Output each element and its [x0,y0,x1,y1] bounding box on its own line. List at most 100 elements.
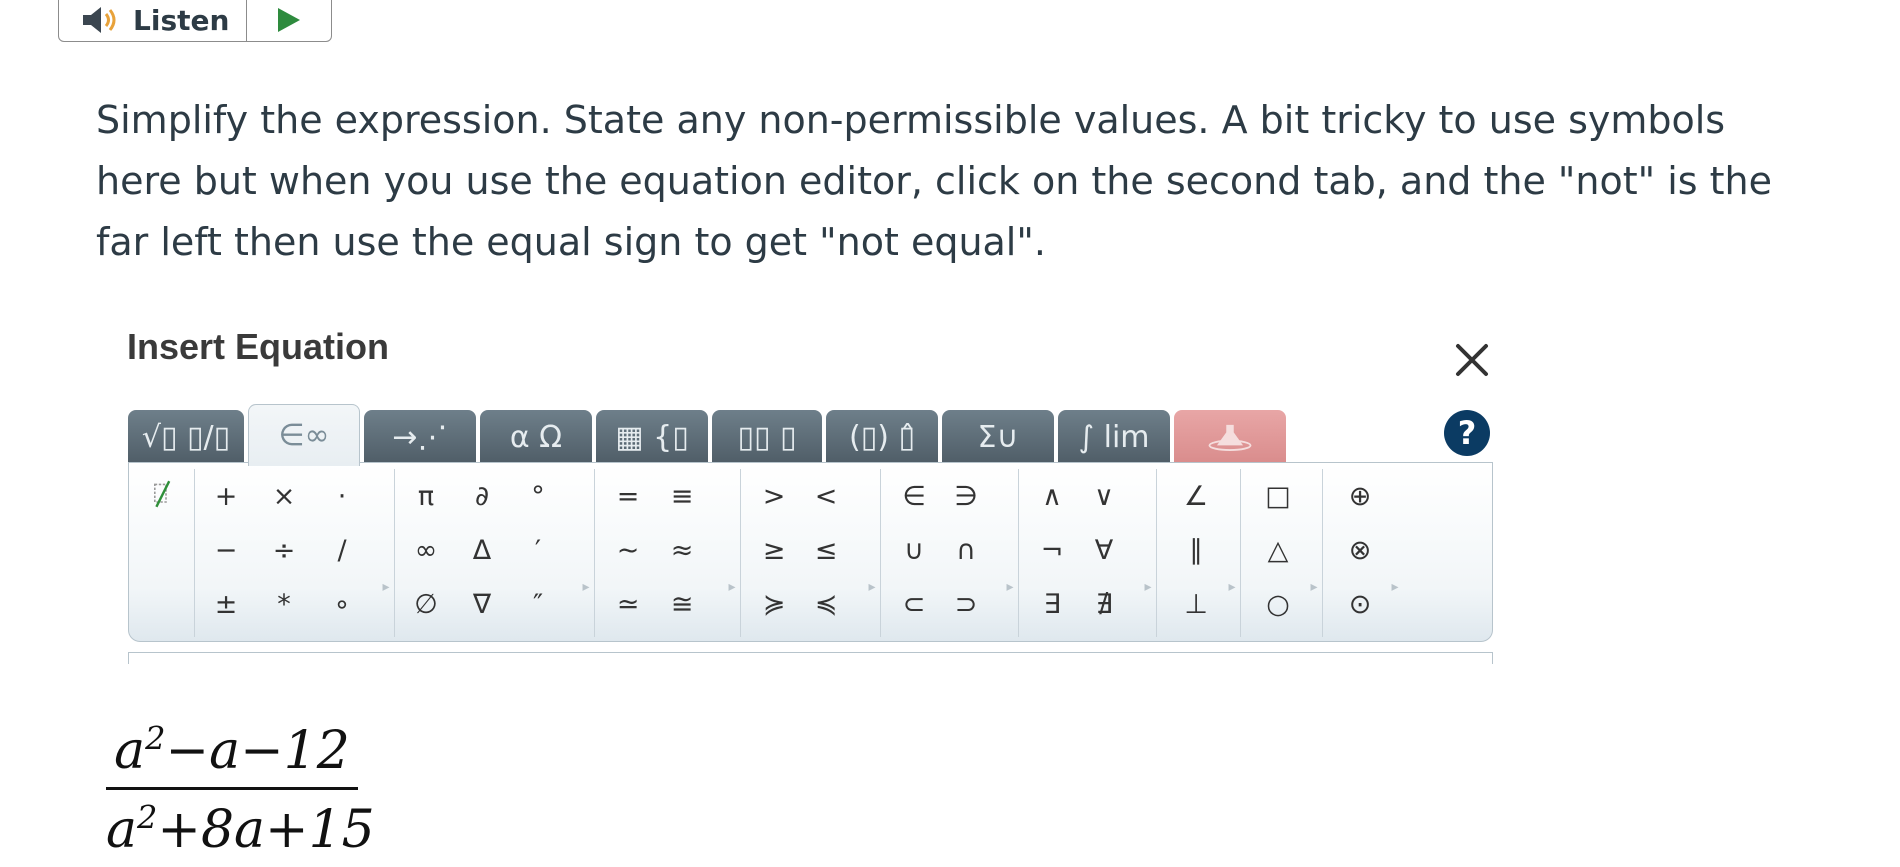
symbol-not[interactable]: ¬ [1031,529,1073,571]
symbol-delta[interactable]: Δ [461,529,503,571]
fraction-numerator: a2−a−12 [106,720,358,781]
tab-matrices[interactable]: ▦ {▯ [596,410,708,464]
symbol-perpendicular[interactable]: ⊥ [1175,583,1217,625]
expand-arrow-icon[interactable]: ▸ [580,579,592,595]
close-icon [1456,344,1488,376]
tab-calculus[interactable]: ∫ lim [1058,410,1170,464]
symbol-ring[interactable]: ∘ [321,583,363,625]
expand-arrow-icon[interactable]: ▸ [1389,579,1401,595]
symbol-pi[interactable]: π [405,475,447,517]
symbol-or[interactable]: ∨ [1083,475,1125,517]
symbol-plus[interactable]: + [205,475,247,517]
tab-label: →⋰ [392,419,448,455]
symbol-triangle[interactable]: △ [1257,529,1299,571]
symbol-preceq[interactable]: ≼ [805,583,847,625]
expand-arrow-icon[interactable]: ▸ [726,579,738,595]
symbol-degree[interactable]: ° [517,475,559,517]
symbol-partial[interactable]: ∂ [461,475,503,517]
symbol-subset[interactable]: ⊂ [893,583,935,625]
expand-arrow-icon[interactable]: ▸ [380,579,392,595]
symbol-for-all[interactable]: ∀ [1083,529,1125,571]
tab-label: ∈∞ [278,418,330,453]
expand-arrow-icon[interactable]: ▸ [866,579,878,595]
symbol-oplus[interactable]: ⊕ [1339,475,1381,517]
symbol-angle[interactable]: ∠ [1175,475,1217,517]
symbol-empty-set[interactable]: ∅ [405,583,447,625]
numerator-text: a2−a−12 [114,720,350,782]
tab-operators[interactable]: ∈∞ [248,404,360,466]
dialog-title: Insert Equation [127,326,390,367]
expand-arrow-icon[interactable]: ▸ [1004,579,1016,595]
symbol-intersection[interactable]: ∩ [945,529,987,571]
not-slash-icon [154,480,171,508]
symbol-identical[interactable]: ≡ [661,475,703,517]
symbol-square[interactable]: □ [1257,475,1299,517]
palette-group-sets: ∈ ∋ ∪ ∩ ⊂ ⊃ ▸ [881,469,1019,637]
tab-label: ▯▯ ▯ [737,419,797,455]
listen-button[interactable]: Listen [59,0,247,41]
symbol-nabla[interactable]: ∇ [461,583,503,625]
tab-greek[interactable]: α Ω [480,410,592,464]
palette-group-constants: π ∂ ° ∞ Δ ′ ∅ ∇ ″ ▸ [395,469,595,637]
symbol-greater[interactable]: > [753,475,795,517]
close-button[interactable] [1450,338,1494,382]
symbol-times[interactable]: × [263,475,305,517]
speaker-icon [83,7,116,33]
not-symbol-button[interactable] [141,473,183,515]
equation-editor-area[interactable] [128,652,1493,664]
symbol-tilde[interactable]: ∼ [607,529,649,571]
symbol-divide[interactable]: ÷ [263,529,305,571]
symbol-slash[interactable]: / [321,529,363,571]
symbol-superset[interactable]: ⊃ [945,583,987,625]
symbol-element-of[interactable]: ∈ [893,475,935,517]
tab-label: ▦ {▯ [615,419,689,455]
symbol-exists[interactable]: ∃ [1031,583,1073,625]
expand-arrow-icon[interactable]: ▸ [1308,579,1320,595]
symbol-otimes[interactable]: ⊗ [1339,529,1381,571]
symbol-geq[interactable]: ≥ [753,529,795,571]
listen-label: Listen [133,3,230,37]
palette-group-not [133,469,195,637]
symbol-prime[interactable]: ′ [517,529,559,571]
tab-big-operators[interactable]: Σ∪ [942,410,1054,464]
tab-label: ∫ lim [1078,419,1150,455]
symbol-minus[interactable]: − [205,529,247,571]
symbol-equals[interactable]: = [607,475,649,517]
symbol-plus-minus[interactable]: ± [205,583,247,625]
help-icon[interactable]: ? [1444,410,1490,456]
palette-group-shapes: □ △ ○ ▸ [1241,469,1323,637]
symbol-not-exists[interactable]: ∄ [1083,583,1125,625]
symbol-union[interactable]: ∪ [893,529,935,571]
symbol-approx[interactable]: ≈ [661,529,703,571]
chemistry-flask-icon [1208,424,1252,451]
symbol-cdot[interactable]: · [321,475,363,517]
tab-roots-fractions[interactable]: √▯ ▯/▯ [128,410,244,464]
tab-label: α Ω [509,419,563,455]
symbol-odot[interactable]: ⊙ [1339,583,1381,625]
palette-group-equality: = ≡ ∼ ≈ ≃ ≅ ▸ [595,469,741,637]
tab-scripts[interactable]: ▯▯ ▯ [712,410,822,464]
palette-group-inequalities: > < ≥ ≤ ≽ ≼ ▸ [741,469,881,637]
palette-group-arithmetic: + × · − ÷ / ± * ∘ ▸ [195,469,395,637]
symbol-and[interactable]: ∧ [1031,475,1073,517]
symbol-congruent[interactable]: ≅ [661,583,703,625]
symbol-simeq[interactable]: ≃ [607,583,649,625]
symbol-double-prime[interactable]: ″ [517,583,559,625]
symbol-leq[interactable]: ≤ [805,529,847,571]
tab-chemistry[interactable] [1174,410,1286,464]
symbol-asterisk[interactable]: * [263,583,305,625]
symbol-contains[interactable]: ∋ [945,475,987,517]
symbol-less[interactable]: < [805,475,847,517]
symbol-succeq[interactable]: ≽ [753,583,795,625]
symbol-parallel[interactable]: ∥ [1175,529,1217,571]
tab-arrows[interactable]: →⋰ [364,410,476,464]
fraction-denominator: a2+8a+15 [106,798,375,859]
tab-label: (▯) ▯̂ [849,419,915,455]
symbol-circle[interactable]: ○ [1257,583,1299,625]
symbol-infinity[interactable]: ∞ [405,529,447,571]
tab-brackets-accents[interactable]: (▯) ▯̂ [826,410,938,464]
expand-arrow-icon[interactable]: ▸ [1142,579,1154,595]
play-button[interactable] [247,0,331,41]
expand-arrow-icon[interactable]: ▸ [1226,579,1238,595]
tab-label: √▯ ▯/▯ [141,419,231,455]
